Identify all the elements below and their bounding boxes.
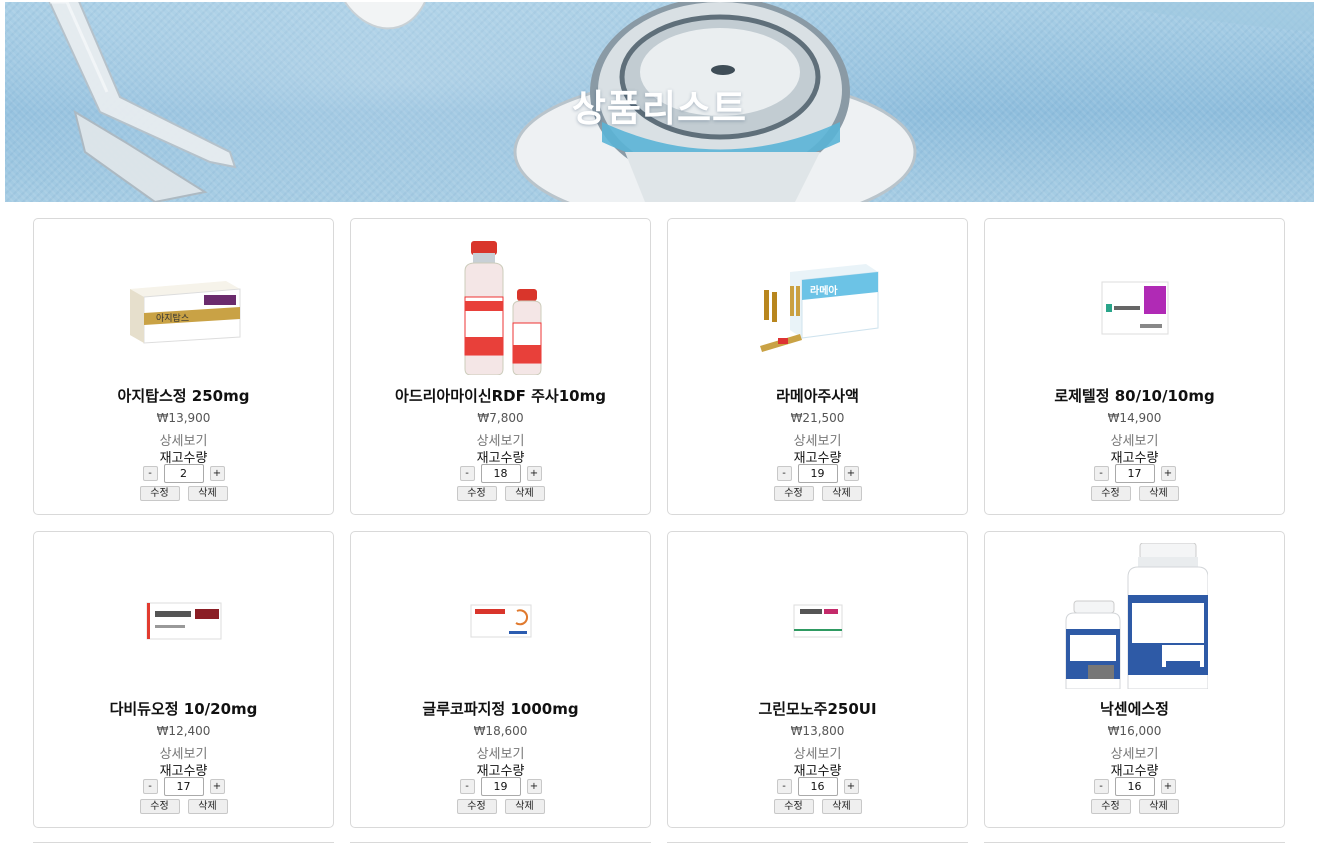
quantity-input[interactable] (797, 464, 838, 483)
delete-button[interactable]: 삭제 (1138, 799, 1179, 814)
product-price: ₩16,000 (1107, 724, 1162, 738)
quantity-stepper: - + (34, 777, 333, 796)
increment-button[interactable]: + (209, 466, 225, 481)
card-actions: 수정 삭제 (351, 799, 650, 814)
product-card: 그린모노주250UI ₩13,800 상세보기 재고수량 - + 수정 삭제 (667, 531, 968, 828)
increment-button[interactable]: + (843, 779, 859, 794)
edit-button[interactable]: 수정 (456, 486, 497, 501)
increment-button[interactable]: + (1160, 779, 1176, 794)
card-actions: 수정 삭제 (668, 486, 967, 501)
product-price: ₩7,800 (477, 411, 524, 425)
product-name: 라메아주사액 (776, 387, 859, 405)
card-actions: 수정 삭제 (34, 799, 333, 814)
delete-button[interactable]: 삭제 (187, 486, 228, 501)
decrement-button[interactable]: - (142, 779, 158, 794)
product-name: 아드리아마이신RDF 주사10mg (395, 387, 606, 405)
quantity-stepper: - + (668, 777, 967, 796)
decrement-button[interactable]: - (776, 779, 792, 794)
product-price: ₩12,400 (156, 724, 211, 738)
card-actions: 수정 삭제 (351, 486, 650, 501)
edit-button[interactable]: 수정 (773, 799, 814, 814)
quantity-input[interactable] (480, 464, 521, 483)
product-name: 그린모노주250UI (758, 700, 877, 718)
edit-button[interactable]: 수정 (139, 799, 180, 814)
delete-button[interactable]: 삭제 (821, 799, 862, 814)
quantity-input[interactable] (1114, 777, 1155, 796)
page-title: 상품리스트 (571, 87, 748, 130)
edit-button[interactable]: 수정 (1090, 799, 1131, 814)
decrement-button[interactable]: - (459, 779, 475, 794)
card-actions: 수정 삭제 (985, 486, 1284, 501)
increment-button[interactable]: + (526, 779, 542, 794)
card-actions: 수정 삭제 (985, 799, 1284, 814)
quantity-input[interactable] (163, 464, 204, 483)
rozetel-box-image (985, 233, 1284, 383)
delete-button[interactable]: 삭제 (504, 486, 545, 501)
ramea-ampoule-box-image: 라메아 (668, 233, 967, 383)
delete-button[interactable]: 삭제 (187, 799, 228, 814)
product-card: 아지탑스 아지탑스정 250mg ₩13,900 상세보기 재고수량 - + 수… (33, 218, 334, 515)
increment-button[interactable]: + (843, 466, 859, 481)
decrement-button[interactable]: - (1093, 779, 1109, 794)
decrement-button[interactable]: - (459, 466, 475, 481)
quantity-input[interactable] (1114, 464, 1155, 483)
greenmono-box-image (668, 546, 967, 696)
product-card: 라메아 라메아주사액 ₩21,500 상세보기 재고수량 - + 수정 삭제 (667, 218, 968, 515)
quantity-stepper: - + (668, 464, 967, 483)
azithromycin-box-image: 아지탑스 (34, 233, 333, 383)
product-name: 로제텔정 80/10/10mg (1054, 387, 1215, 405)
increment-button[interactable]: + (209, 779, 225, 794)
increment-button[interactable]: + (526, 466, 542, 481)
product-name: 다비듀오정 10/20mg (109, 700, 258, 718)
increment-button[interactable]: + (1160, 466, 1176, 481)
product-card: 아드리아마이신RDF 주사10mg ₩7,800 상세보기 재고수량 - + 수… (350, 218, 651, 515)
product-price: ₩18,600 (473, 724, 528, 738)
glucophage-box-image (351, 546, 650, 696)
delete-button[interactable]: 삭제 (1138, 486, 1179, 501)
quantity-stepper: - + (351, 464, 650, 483)
edit-button[interactable]: 수정 (456, 799, 497, 814)
hero-banner: 상품리스트 (5, 2, 1314, 202)
naxen-bottles-image (985, 542, 1284, 690)
product-card: 글루코파지정 1000mg ₩18,600 상세보기 재고수량 - + 수정 삭… (350, 531, 651, 828)
quantity-stepper: - + (34, 464, 333, 483)
product-name: 글루코파지정 1000mg (422, 700, 579, 718)
quantity-input[interactable] (163, 777, 204, 796)
product-name: 아지탑스정 250mg (117, 387, 250, 405)
quantity-input[interactable] (797, 777, 838, 796)
svg-text:라메아: 라메아 (810, 284, 838, 297)
decrement-button[interactable]: - (776, 466, 792, 481)
quantity-input[interactable] (480, 777, 521, 796)
edit-button[interactable]: 수정 (1090, 486, 1131, 501)
product-grid: 아지탑스 아지탑스정 250mg ₩13,900 상세보기 재고수량 - + 수… (33, 218, 1287, 828)
svg-text:아지탑스: 아지탑스 (156, 312, 189, 324)
quantity-stepper: - + (985, 464, 1284, 483)
edit-button[interactable]: 수정 (773, 486, 814, 501)
daviduo-box-image (34, 546, 333, 696)
product-card: 낙센에스정 ₩16,000 상세보기 재고수량 - + 수정 삭제 (984, 531, 1285, 828)
product-card: 다비듀오정 10/20mg ₩12,400 상세보기 재고수량 - + 수정 삭… (33, 531, 334, 828)
product-name: 낙센에스정 (1099, 700, 1169, 718)
product-price: ₩21,500 (790, 411, 845, 425)
product-price: ₩13,800 (790, 724, 845, 738)
edit-button[interactable]: 수정 (139, 486, 180, 501)
decrement-button[interactable]: - (1093, 466, 1109, 481)
decrement-button[interactable]: - (142, 466, 158, 481)
delete-button[interactable]: 삭제 (504, 799, 545, 814)
quantity-stepper: - + (985, 777, 1284, 796)
delete-button[interactable]: 삭제 (821, 486, 862, 501)
quantity-stepper: - + (351, 777, 650, 796)
card-actions: 수정 삭제 (668, 799, 967, 814)
product-card: 로제텔정 80/10/10mg ₩14,900 상세보기 재고수량 - + 수정… (984, 218, 1285, 515)
adriamycin-vials-image (351, 233, 650, 383)
product-price: ₩13,900 (156, 411, 211, 425)
product-price: ₩14,900 (1107, 411, 1162, 425)
card-actions: 수정 삭제 (34, 486, 333, 501)
